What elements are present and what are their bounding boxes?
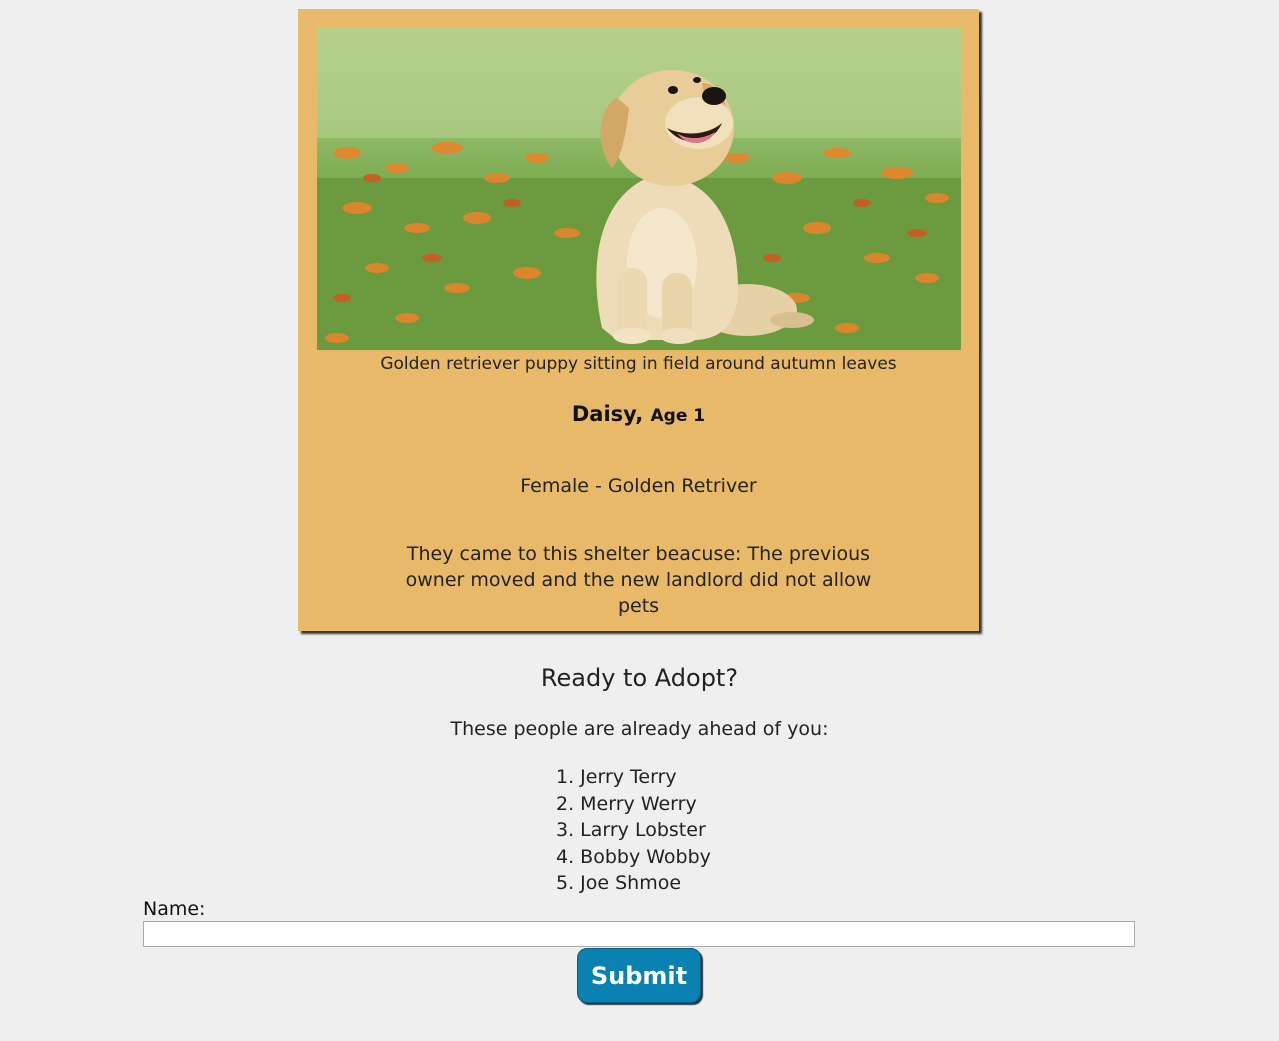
pet-sex-breed: Female - Golden Retriver xyxy=(520,475,757,497)
pet-photo xyxy=(317,28,961,350)
pet-photo-caption: Golden retriever puppy sitting in field … xyxy=(380,354,897,374)
queue-item: 5. Joe Shmoe xyxy=(556,872,682,894)
adopter-queue-list: 1. Jerry Terry 2. Merry Werry 3. Larry L… xyxy=(556,764,711,897)
pet-card: Golden retriever puppy sitting in field … xyxy=(298,9,979,631)
queue-item: 3. Larry Lobster xyxy=(556,819,706,841)
name-label: Name: xyxy=(143,898,206,920)
pet-name: Daisy, xyxy=(571,402,644,426)
pet-name-heading: Daisy, Age 1 xyxy=(298,402,979,426)
pet-shelter-reason: They came to this shelter beacuse: The p… xyxy=(405,543,872,617)
queue-item: 1. Jerry Terry xyxy=(556,766,677,788)
name-input[interactable] xyxy=(143,921,1135,947)
queue-intro: These people are already ahead of you: xyxy=(450,718,829,740)
pet-age: Age 1 xyxy=(650,406,706,426)
submit-button[interactable]: Submit xyxy=(577,948,701,1003)
queue-item: 2. Merry Werry xyxy=(556,792,697,815)
adopt-heading: Ready to Adopt? xyxy=(540,664,739,692)
queue-item: 4. Bobby Wobby xyxy=(556,845,711,868)
puppy-illustration xyxy=(317,28,961,350)
